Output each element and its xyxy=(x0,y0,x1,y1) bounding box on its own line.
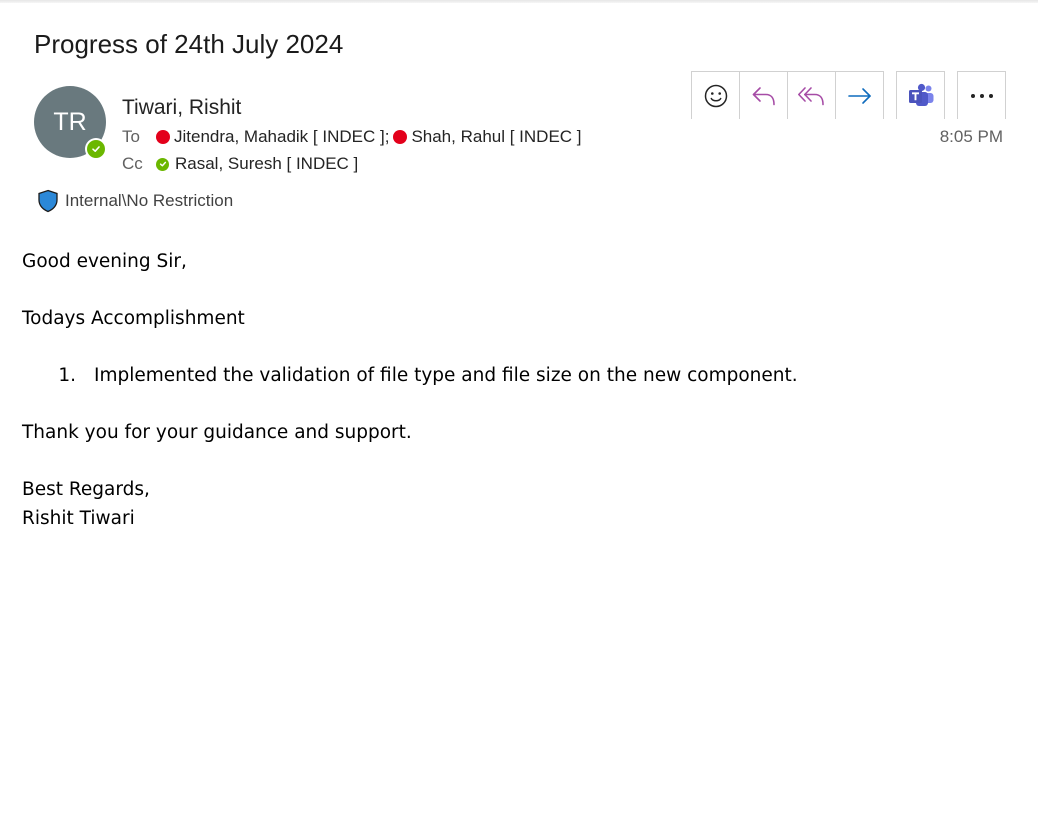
sensitivity-label-text: Internal\No Restriction xyxy=(65,191,234,210)
message-body: Good evening Sir, Todays Accomplishment … xyxy=(22,248,798,533)
recipient-separator: ; xyxy=(384,127,390,146)
shield-icon xyxy=(38,189,58,213)
cc-recipients-row: Cc Rasal, Suresh [ INDEC ] xyxy=(122,154,358,174)
more-options-icon[interactable] xyxy=(958,72,1005,119)
sent-time: 8:05 PM xyxy=(939,127,1003,146)
avatar-initials: TR xyxy=(53,107,87,136)
email-subject: Progress of 24th July 2024 xyxy=(34,29,344,59)
thanks-line: Thank you for your guidance and support. xyxy=(22,422,412,443)
teams-group xyxy=(896,71,945,119)
message-toolbar xyxy=(691,71,1006,119)
sender-name[interactable]: Tiwari, Rishit xyxy=(122,96,241,120)
reply-all-icon[interactable] xyxy=(788,72,836,119)
list-item-text: Implemented the validation of file type … xyxy=(94,365,798,386)
closing-line: Best Regards, xyxy=(22,479,150,500)
available-status-icon xyxy=(156,157,169,171)
list-item: 1. Implemented the validation of file ty… xyxy=(22,362,798,391)
reply-actions-group xyxy=(691,71,884,119)
teams-icon[interactable] xyxy=(897,72,944,119)
recipient-name[interactable]: Jitendra, Mahadik [ INDEC ] xyxy=(174,127,385,147)
forward-icon[interactable] xyxy=(836,72,883,119)
recipient-name[interactable]: Shah, Rahul [ INDEC ] xyxy=(411,127,581,147)
recipient-name[interactable]: Rasal, Suresh [ INDEC ] xyxy=(175,154,358,174)
busy-status-icon xyxy=(393,130,408,144)
signature: Rishit Tiwari xyxy=(22,507,135,529)
accomplishment-list: 1. Implemented the validation of file ty… xyxy=(22,362,798,391)
body-heading: Todays Accomplishment xyxy=(22,308,245,329)
top-divider xyxy=(0,0,1038,3)
reply-icon[interactable] xyxy=(740,72,788,119)
busy-status-icon xyxy=(156,130,170,144)
to-label: To xyxy=(122,127,140,146)
to-recipients-row: To Jitendra, Mahadik [ INDEC ] ; Shah, R… xyxy=(122,127,582,147)
sensitivity-label[interactable]: Internal\No Restriction xyxy=(36,189,233,213)
more-group xyxy=(957,71,1006,119)
greeting: Good evening Sir, xyxy=(22,251,187,272)
list-number: 1. xyxy=(58,365,76,386)
cc-label: Cc xyxy=(122,154,143,173)
emoji-smile-icon[interactable] xyxy=(692,72,740,119)
presence-available-icon xyxy=(85,138,107,160)
